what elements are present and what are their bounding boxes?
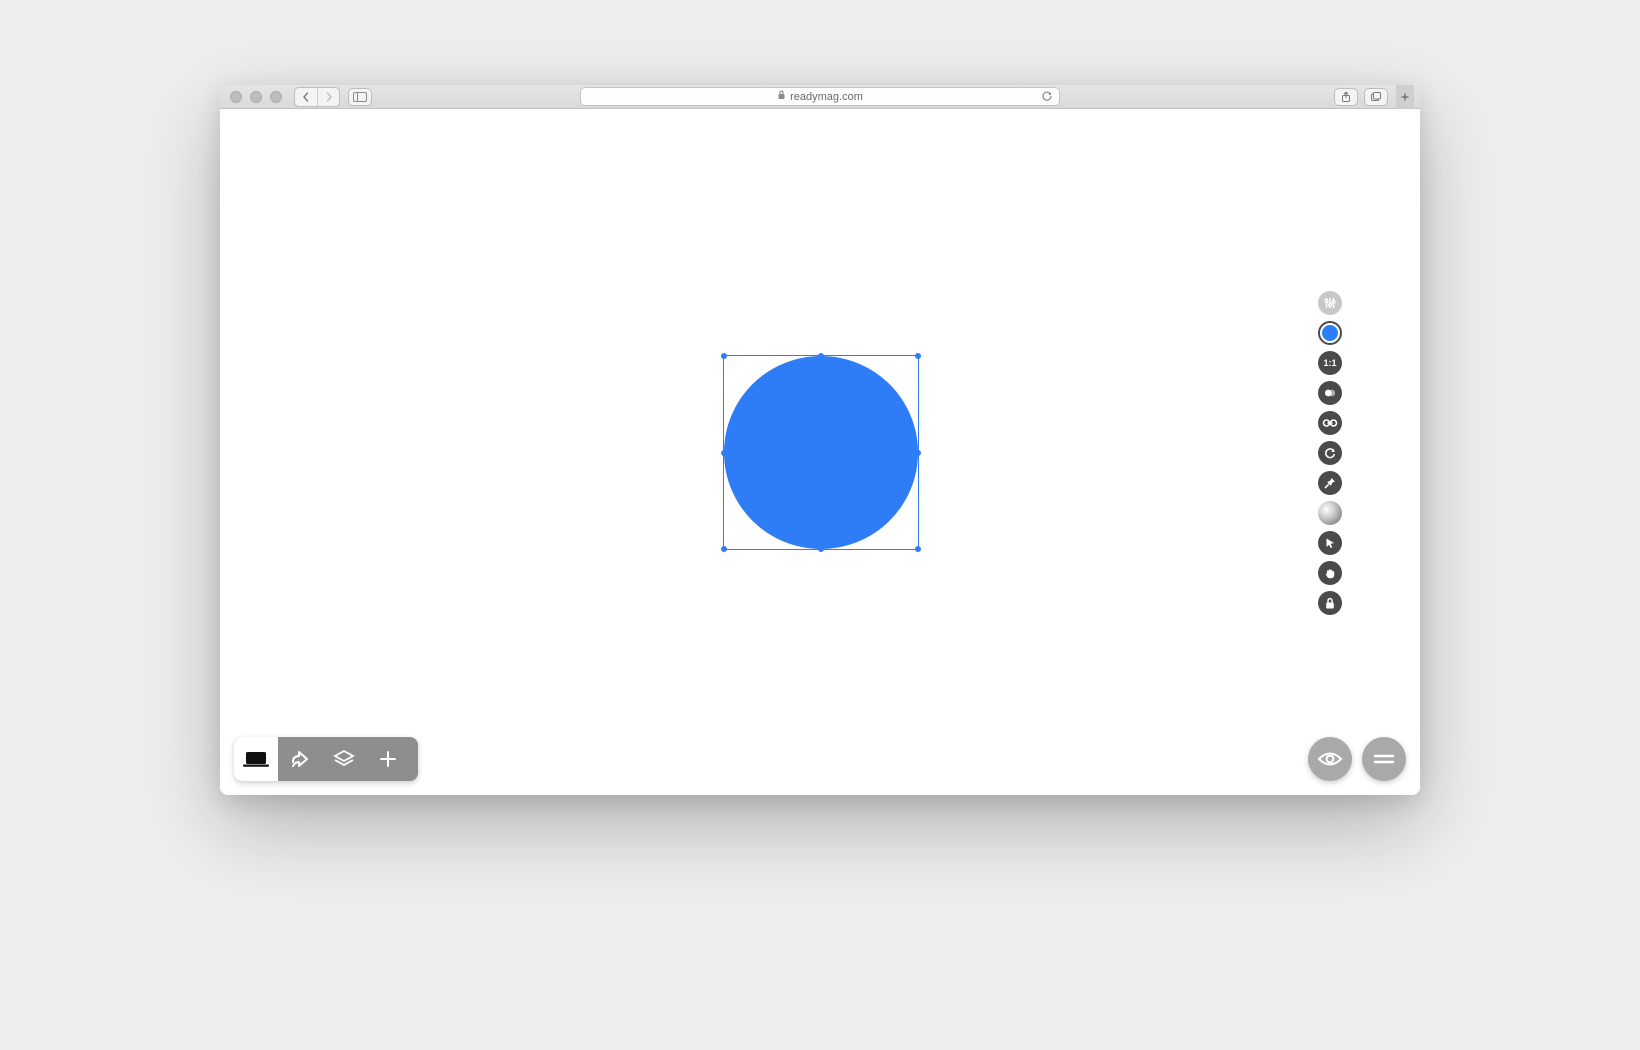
- resize-handle-middle-left[interactable]: [721, 450, 727, 456]
- menu-button[interactable]: Menu: [1362, 737, 1406, 781]
- close-window-button[interactable]: [230, 91, 242, 103]
- titlebar: back forward sidebar readymag.com: [220, 85, 1420, 109]
- tool-settings-button[interactable]: Settings: [1318, 291, 1342, 315]
- show-sidebar-button[interactable]: sidebar: [348, 88, 372, 106]
- resize-handle-bottom-left[interactable]: [721, 546, 727, 552]
- resize-handle-bottom-center[interactable]: [818, 546, 824, 552]
- widget-side-toolbar: Settings Fill color 1:1 Opacity: [1318, 291, 1342, 615]
- tool-cursor-button[interactable]: Click action: [1318, 531, 1342, 555]
- new-tab-button[interactable]: new tab: [1396, 85, 1414, 109]
- tool-hand-button[interactable]: On hover: [1318, 561, 1342, 585]
- share-button[interactable]: share: [1334, 88, 1358, 106]
- lock-icon: [777, 90, 786, 103]
- forward-button[interactable]: forward: [317, 88, 339, 106]
- resize-handle-top-right[interactable]: [915, 353, 921, 359]
- browser-window: back forward sidebar readymag.com: [220, 85, 1420, 795]
- tool-rotate-button[interactable]: Rotate: [1318, 441, 1342, 465]
- minimize-window-button[interactable]: [250, 91, 262, 103]
- selection-bounding-box[interactable]: [723, 355, 919, 550]
- tool-pin-button[interactable]: Pin: [1318, 471, 1342, 495]
- resize-handle-middle-right[interactable]: [915, 450, 921, 456]
- tool-opacity-button[interactable]: Opacity: [1318, 381, 1342, 405]
- window-controls: [230, 91, 282, 103]
- ratio-icon: 1:1: [1323, 358, 1336, 368]
- back-button[interactable]: back: [295, 88, 317, 106]
- tool-scale-button[interactable]: 1:1: [1318, 351, 1342, 375]
- layers-button[interactable]: Layers: [322, 737, 366, 781]
- address-bar[interactable]: readymag.com reload: [580, 87, 1060, 106]
- pages-button[interactable]: Pages: [278, 737, 322, 781]
- preview-button[interactable]: Preview: [1308, 737, 1352, 781]
- sphere-icon: Animation: [1330, 513, 1331, 514]
- tabs-overview-button[interactable]: tabs: [1364, 88, 1388, 106]
- tool-link-button[interactable]: Link: [1318, 411, 1342, 435]
- url-text: readymag.com: [790, 91, 863, 103]
- resize-handle-top-left[interactable]: [721, 353, 727, 359]
- nav-group: back forward sidebar: [294, 87, 372, 107]
- zoom-window-button[interactable]: [270, 91, 282, 103]
- tool-animation-button[interactable]: Animation: [1318, 501, 1342, 525]
- add-widget-button[interactable]: Add widget: [366, 737, 410, 781]
- tool-fill-button[interactable]: Fill color: [1318, 321, 1342, 345]
- bottom-right-buttons: Preview Menu: [1308, 737, 1406, 781]
- resize-handle-top-center[interactable]: [818, 353, 824, 359]
- editor-canvas[interactable]: Settings Fill color 1:1 Opacity: [220, 109, 1420, 795]
- device-desktop-button[interactable]: Desktop: [234, 737, 278, 781]
- resize-handle-bottom-right[interactable]: [915, 546, 921, 552]
- tool-lock-button[interactable]: Lock: [1318, 591, 1342, 615]
- bottom-left-toolbar: Desktop Pages Layers Add widget: [234, 737, 418, 781]
- reload-button[interactable]: reload: [1041, 90, 1053, 105]
- circle-icon: [1322, 325, 1338, 341]
- reload-icon: reload: [1053, 90, 1054, 91]
- shape-ellipse[interactable]: [724, 356, 918, 549]
